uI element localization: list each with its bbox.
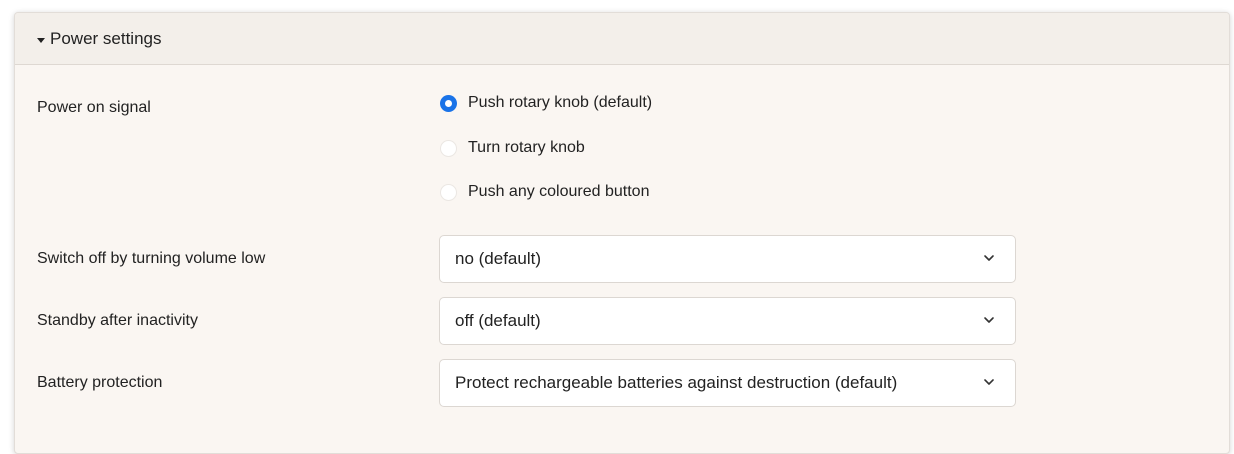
panel-title: Power settings [50,28,162,48]
chevron-down-icon [984,379,994,385]
caret-down-icon [37,37,45,43]
switch-off-select[interactable]: no (default) [439,235,1016,283]
radio-label: Turn rotary knob [468,139,585,156]
standby-label: Standby after inactivity [37,312,198,329]
select-value: Protect rechargeable batteries against d… [455,373,898,392]
radio-push-rotary-knob[interactable]: Push rotary knob (default) [440,91,652,115]
radio-unchecked-icon [440,183,457,201]
chevron-down-icon [984,317,994,323]
chevron-down-icon [984,255,994,261]
battery-protection-select[interactable]: Protect rechargeable batteries against d… [439,359,1016,407]
select-value: no (default) [455,249,541,268]
radio-unchecked-icon [440,139,457,157]
radio-turn-rotary-knob[interactable]: Turn rotary knob [440,136,585,160]
power-settings-panel: Power settings Power on signal Push rota… [14,12,1230,454]
switch-off-label: Switch off by turning volume low [37,250,266,267]
standby-select[interactable]: off (default) [439,297,1016,345]
power-settings-toggle[interactable]: Power settings [15,13,1229,65]
battery-protection-label: Battery protection [37,374,163,391]
radio-label: Push any coloured button [468,183,650,200]
select-value: off (default) [455,311,541,330]
radio-push-coloured-button[interactable]: Push any coloured button [440,180,649,204]
radio-checked-icon [440,94,457,112]
power-on-signal-label: Power on signal [37,99,151,116]
radio-label: Push rotary knob (default) [468,94,653,111]
